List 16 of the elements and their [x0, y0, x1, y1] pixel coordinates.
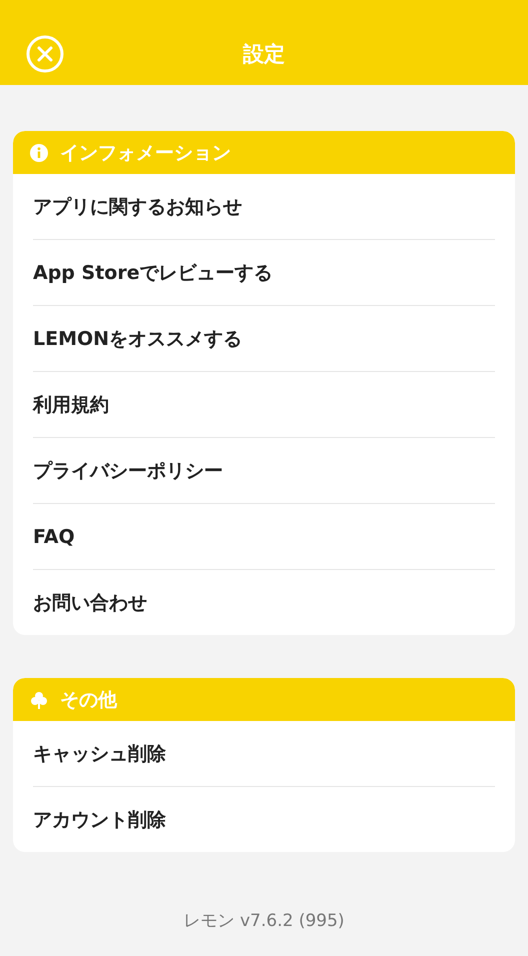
- menu-item[interactable]: キャッシュ削除: [33, 740, 166, 766]
- menu-item[interactable]: お問い合わせ: [33, 590, 147, 616]
- menu-item[interactable]: LEMONをオススメする: [33, 326, 242, 352]
- info-icon: [30, 144, 48, 162]
- section-title: その他: [60, 688, 117, 712]
- menu-item[interactable]: アカウント削除: [33, 806, 166, 832]
- clover-icon: [30, 690, 48, 708]
- version-label: レモン v7.6.2 (995): [184, 911, 344, 931]
- close-button[interactable]: [26, 35, 64, 73]
- menu-item[interactable]: プライバシーポリシー: [33, 458, 223, 484]
- section-title: インフォメーション: [60, 140, 231, 166]
- menu-item[interactable]: App Storeでレビューする: [33, 260, 273, 286]
- menu-item[interactable]: 利用規約: [33, 392, 109, 418]
- menu-item[interactable]: アプリに関するお知らせ: [33, 194, 242, 220]
- screen-title: 設定: [243, 40, 285, 68]
- menu-item[interactable]: FAQ: [33, 526, 75, 548]
